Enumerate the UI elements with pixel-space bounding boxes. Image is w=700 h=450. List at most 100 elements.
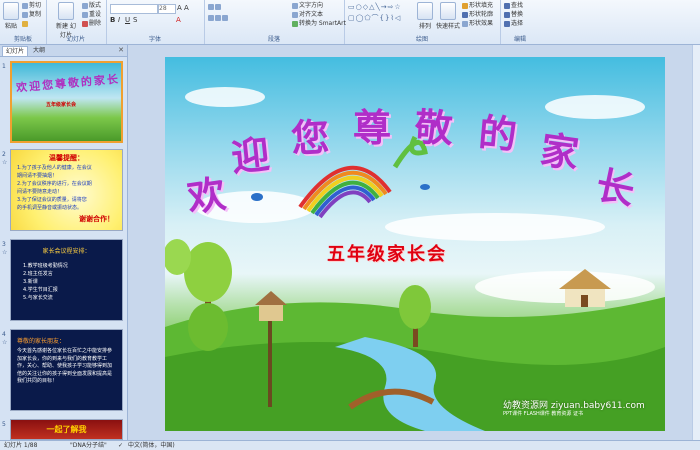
bullets-button[interactable] <box>208 3 222 11</box>
thumb-line: 3.新课 <box>23 279 38 285</box>
find-icon <box>504 2 510 9</box>
thumbnail-number: 5 <box>2 421 6 428</box>
cut-button[interactable]: 剪切 <box>22 2 41 10</box>
title-char: 迎 <box>229 131 272 180</box>
grow-font-button[interactable]: A A <box>177 4 189 12</box>
thumb-thanks: 谢谢合作！ <box>79 215 114 223</box>
thumb-heading: 家长会议程安排： <box>42 248 91 255</box>
thumb-line: 1.教学班级考勤情况 <box>23 263 68 269</box>
shape-effects-button[interactable]: 形状效果 <box>462 20 493 28</box>
watermark-small-text: PPT课件 FLASH课件 教育资源 证书 <box>503 411 583 417</box>
title-char: 您 <box>290 114 331 161</box>
outline-icon <box>462 11 468 18</box>
layout-icon <box>82 2 88 9</box>
thumb-line: 2.为了会议秩序的进行，在会议期 <box>17 181 92 187</box>
clipboard-label: 剪贴板 <box>13 36 32 43</box>
font-color-button[interactable]: A <box>176 16 181 24</box>
tab-slides[interactable]: 幻灯片 <box>2 46 29 56</box>
smartart-button[interactable]: 转换为 SmartArt <box>292 20 346 28</box>
delete-slide-button[interactable]: 删除 <box>82 20 101 28</box>
clipboard-group: 粘贴 剪切 复制 剪贴板 <box>0 0 47 44</box>
title-char: 欢 <box>184 170 229 221</box>
arrange-icon <box>417 2 433 20</box>
brush-icon <box>22 20 28 27</box>
thumb-paragraph: 今天首先感谢各位家长在百忙之中能安排参加家长会，你的到来与我们的教育教学工作，关… <box>17 348 113 384</box>
align-buttons[interactable] <box>208 14 229 22</box>
shape-outline-button[interactable]: 形状轮廓 <box>462 11 493 19</box>
thumbnail-slide-3[interactable]: 家长会议程安排： 1.教学班级考勤情况 2.班主任发言 3.新课 4.学生节目汇… <box>10 239 123 321</box>
find-button[interactable]: 查找 <box>504 2 523 10</box>
shape-fill-button[interactable]: 形状填充 <box>462 2 493 10</box>
italic-button[interactable]: I <box>118 16 120 24</box>
font-name-select[interactable] <box>110 4 158 14</box>
thumbnail-number: 2 <box>2 151 6 158</box>
slides-label: 幻灯片 <box>66 36 85 43</box>
align-right-icon <box>222 14 228 21</box>
text-direction-button[interactable]: 文字方向 <box>292 2 323 10</box>
drawing-group: ▭○◇△╲→⇨☆ ▢◯⬠⌒{}⌇◁ 排列 快速样式 形状填充 形状轮廓 形状效果… <box>344 0 501 44</box>
thumb-line: 5.与家长交流 <box>23 295 53 301</box>
slide-subtitle: 五年级家长会 <box>327 244 447 265</box>
shapes-gallery[interactable]: ▭○◇△╲→⇨☆ <box>348 3 402 11</box>
thumbnail-slide-2[interactable]: 温馨提醒： 1.为了孩子及他人的健康，在会议 期间请不要抽烟！ 2.为了会议秩序… <box>10 149 123 231</box>
format-painter-button[interactable] <box>22 20 29 28</box>
tab-outline[interactable]: 大纲 <box>30 46 48 55</box>
thumb-line: 2.班主任发言 <box>23 271 53 277</box>
title-char: 敬 <box>413 104 455 151</box>
quick-styles-button[interactable]: 快速样式 <box>436 2 460 30</box>
layout-button[interactable]: 版式 <box>82 2 101 10</box>
reset-button[interactable]: 重设 <box>82 11 101 19</box>
thumb-line: 间请不要随意走动！ <box>17 189 63 195</box>
bold-button[interactable]: B <box>110 16 115 24</box>
slide-canvas[interactable]: 欢 迎 您 尊 敬 的 家 长 五年级家长会 幼教资源网 ziyuan.baby… <box>165 57 665 431</box>
replace-icon <box>504 11 510 18</box>
arrange-button[interactable]: 排列 <box>416 2 434 30</box>
thumb-line: 1.为了孩子及他人的健康，在会议 <box>17 165 92 171</box>
thumb-heading: 一起了解我 <box>46 425 87 434</box>
thumbnail-slide-5[interactable]: 一起了解我 <box>10 419 123 440</box>
editing-label: 编辑 <box>513 36 526 43</box>
thumb-heading: 尊敬的家长朋友： <box>17 338 66 345</box>
ribbon: 粘贴 剪切 复制 剪贴板 新建 幻灯片 版式 重设 删除 幻灯片 28 A A … <box>0 0 700 45</box>
scissors-icon <box>22 2 28 9</box>
thumb-heading: 温馨提醒： <box>49 154 84 162</box>
select-button[interactable]: 选择 <box>504 20 523 28</box>
shadow-button[interactable]: S <box>133 16 137 24</box>
title-char: 尊 <box>353 105 392 150</box>
thumbnail-slide-4[interactable]: 尊敬的家长朋友： 今天首先感谢各位家长在百忙之中能安排参加家长会，你的到来与我们… <box>10 329 123 411</box>
animation-star-icon: ☆ <box>2 159 8 166</box>
underline-button[interactable]: U <box>125 16 130 24</box>
thumbnail-number: 1 <box>2 63 6 70</box>
bullets-icon <box>208 3 214 10</box>
editing-group: 查找 替换 选择 编辑 <box>500 0 540 44</box>
slides-group: 新建 幻灯片 版式 重设 删除 幻灯片 <box>46 0 107 44</box>
align-text-button[interactable]: 对齐文本 <box>292 11 323 19</box>
rainbow-art <box>298 165 392 219</box>
thumb-line: 期间请不要抽烟！ <box>17 173 58 179</box>
copy-button[interactable]: 复制 <box>22 11 41 19</box>
close-icon[interactable]: ✕ <box>118 46 124 54</box>
thumb-title: 欢迎您尊敬的家长 <box>15 72 121 95</box>
numbering-icon <box>215 3 221 10</box>
thumbnail-slide-1[interactable]: 欢迎您尊敬的家长 五年级家长会 <box>10 61 123 143</box>
drawing-label: 绘图 <box>415 36 428 43</box>
paste-button[interactable]: 粘贴 <box>2 2 20 30</box>
title-char: 的 <box>476 109 519 158</box>
thumb-line: 的手机调至静音或振动状态。 <box>17 205 83 211</box>
new-slide-icon <box>58 2 74 20</box>
thumb-line: 3.为了保证会议的质量，请将您 <box>17 197 87 203</box>
align-center-icon <box>215 14 221 21</box>
replace-button[interactable]: 替换 <box>504 11 523 19</box>
slides-panel: 幻灯片 大纲 ✕ 1 欢迎您尊敬的家长 五年级家长会 2 ☆ 温馨提醒： 1.为… <box>0 45 128 440</box>
animation-star-icon: ☆ <box>2 339 8 346</box>
text-direction-icon <box>292 2 298 9</box>
shapes-gallery-row2[interactable]: ▢◯⬠⌒{}⌇◁ <box>348 13 401 23</box>
paragraph-group: 文字方向 对齐文本 转换为 SmartArt 段落 <box>204 0 346 44</box>
align-text-icon <box>292 11 298 18</box>
delete-icon <box>82 20 88 27</box>
fill-icon <box>462 2 468 9</box>
select-icon <box>504 20 510 27</box>
font-group: 28 A A B I U S A 字体 <box>106 0 205 44</box>
vertical-scrollbar[interactable] <box>692 45 700 440</box>
font-size-select[interactable]: 28 <box>158 4 176 14</box>
